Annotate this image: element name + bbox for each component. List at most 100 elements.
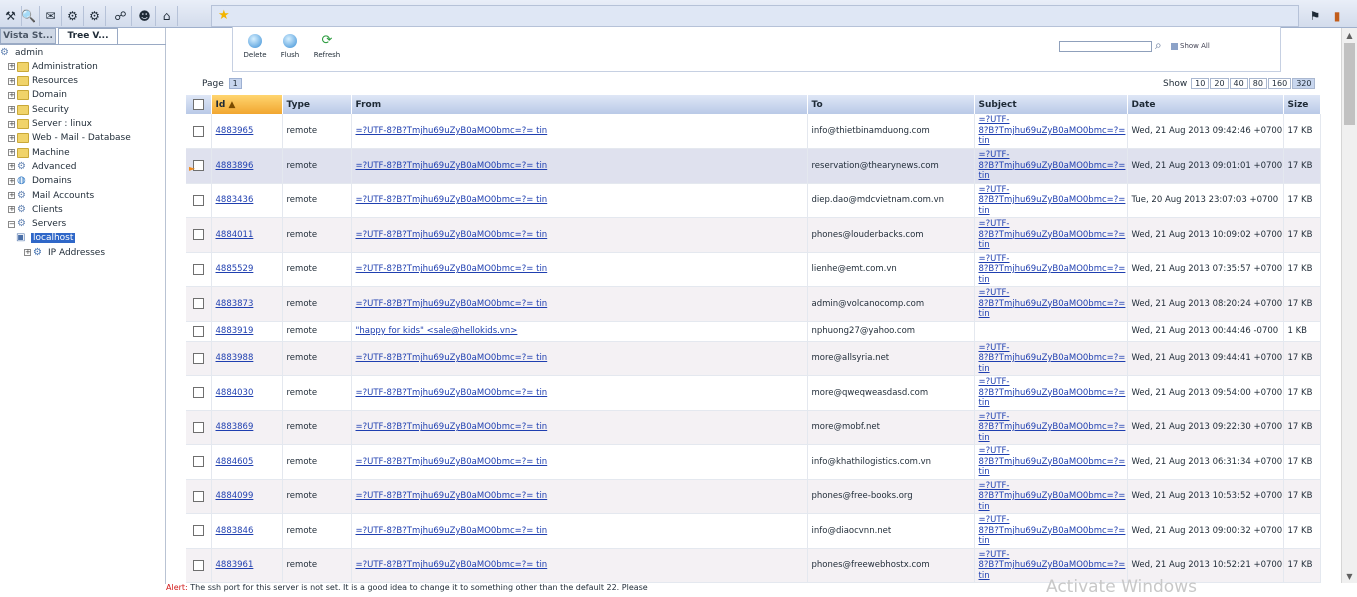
page-size-option[interactable]: 40	[1229, 78, 1248, 89]
expand-icon[interactable]: +	[8, 163, 15, 171]
row-checkbox[interactable]	[192, 298, 204, 310]
from-link[interactable]: =?UTF-8?B?Tmjhu69uZyB0aMO0bmc=?= tin	[356, 422, 548, 432]
id-link[interactable]: 4884030	[216, 388, 254, 398]
subject-link[interactable]: =?UTF- 8?B?Tmjhu69uZyB0aMO0bmc=?= tin	[979, 150, 1126, 181]
row-checkbox[interactable]	[192, 525, 204, 537]
column-date[interactable]: Date	[1127, 95, 1284, 114]
tree-item[interactable]: + ⚙ Advanced	[8, 160, 76, 173]
vertical-scrollbar[interactable]: ▲ ▼	[1341, 28, 1357, 584]
show-all-button[interactable]: Show All	[1171, 42, 1210, 50]
subject-link[interactable]: =?UTF- 8?B?Tmjhu69uZyB0aMO0bmc=?= tin	[979, 185, 1126, 216]
row-checkbox[interactable]	[192, 456, 204, 468]
page-number[interactable]: 1	[228, 78, 242, 89]
subject-link[interactable]: =?UTF- 8?B?Tmjhu69uZyB0aMO0bmc=?= tin	[979, 550, 1126, 581]
collapse-icon[interactable]: −	[8, 220, 15, 228]
table-row[interactable]: 4884030 remote =?UTF-8?B?Tmjhu69uZyB0aMO0b…	[186, 375, 1321, 411]
subject-link[interactable]: =?UTF- 8?B?Tmjhu69uZyB0aMO0bmc=?= tin	[979, 446, 1126, 477]
column-subject[interactable]: Subject	[974, 95, 1128, 114]
tab-tree-view[interactable]: Tree V...	[58, 28, 118, 44]
scroll-thumb[interactable]	[1344, 43, 1355, 125]
tree-item[interactable]: + Security	[8, 103, 69, 116]
tree-item[interactable]: − ⚙ Servers	[8, 218, 66, 231]
row-checkbox[interactable]	[192, 559, 204, 571]
from-link[interactable]: "happy for kids" <sale@hellokids.vn>	[356, 326, 518, 336]
tree-item[interactable]: + Administration	[8, 60, 98, 73]
column-type[interactable]: Type	[282, 95, 352, 114]
delete-button[interactable]: Delete	[235, 34, 275, 59]
table-row[interactable]: 4883873 remote =?UTF-8?B?Tmjhu69uZyB0aMO0b…	[186, 286, 1321, 322]
expand-icon[interactable]: +	[8, 149, 15, 157]
row-checkbox[interactable]	[192, 325, 204, 337]
from-link[interactable]: =?UTF-8?B?Tmjhu69uZyB0aMO0bmc=?= tin	[356, 457, 548, 467]
id-link[interactable]: 4884099	[216, 491, 254, 501]
search-doc-icon[interactable]: 🔍	[18, 6, 40, 26]
expand-icon[interactable]: +	[8, 63, 15, 71]
page-size-option[interactable]: 10	[1191, 78, 1210, 89]
expand-icon[interactable]: +	[8, 106, 15, 114]
tree-item[interactable]: + ⚙ IP Addresses	[24, 246, 105, 259]
table-row[interactable]: 4883988 remote =?UTF-8?B?Tmjhu69uZyB0aMO0b…	[186, 341, 1321, 376]
expand-icon[interactable]: +	[8, 192, 15, 199]
id-link[interactable]: 4883961	[216, 560, 254, 570]
id-link[interactable]: 4885529	[216, 264, 254, 274]
tab-vista-style[interactable]: Vista St...	[0, 28, 56, 44]
row-checkbox[interactable]	[192, 387, 204, 399]
subject-link[interactable]: =?UTF- 8?B?Tmjhu69uZyB0aMO0bmc=?= tin	[979, 412, 1126, 443]
subject-link[interactable]: =?UTF- 8?B?Tmjhu69uZyB0aMO0bmc=?= tin	[979, 377, 1126, 408]
id-link[interactable]: 4883896	[216, 161, 254, 171]
from-link[interactable]: =?UTF-8?B?Tmjhu69uZyB0aMO0bmc=?= tin	[356, 264, 548, 274]
row-checkbox[interactable]	[192, 194, 204, 206]
id-link[interactable]: 4883919	[216, 326, 254, 336]
subject-link[interactable]: =?UTF- 8?B?Tmjhu69uZyB0aMO0bmc=?= tin	[979, 343, 1126, 374]
pin-icon[interactable]: ⚑	[1304, 6, 1326, 26]
subject-link[interactable]: =?UTF- 8?B?Tmjhu69uZyB0aMO0bmc=?= tin	[979, 219, 1126, 250]
from-link[interactable]: =?UTF-8?B?Tmjhu69uZyB0aMO0bmc=?= tin	[356, 299, 548, 309]
id-link[interactable]: 4883869	[216, 422, 254, 432]
column-size[interactable]: Size	[1283, 95, 1321, 114]
page-size-option[interactable]: 80	[1248, 78, 1267, 89]
from-link[interactable]: =?UTF-8?B?Tmjhu69uZyB0aMO0bmc=?= tin	[356, 161, 548, 171]
search-input[interactable]	[1059, 41, 1152, 52]
column-from[interactable]: From	[351, 95, 808, 114]
column-id[interactable]: Id ▲	[211, 95, 283, 114]
expand-icon[interactable]: +	[24, 249, 31, 257]
search-icon[interactable]: ⌕	[1155, 38, 1162, 53]
from-link[interactable]: =?UTF-8?B?Tmjhu69uZyB0aMO0bmc=?= tin	[356, 388, 548, 398]
expand-icon[interactable]: +	[8, 134, 15, 142]
tree-item[interactable]: + Resources	[8, 75, 78, 88]
tree-item[interactable]: ▣ localhost	[16, 232, 76, 245]
id-link[interactable]: 4884011	[216, 230, 254, 240]
from-link[interactable]: =?UTF-8?B?Tmjhu69uZyB0aMO0bmc=?= tin	[356, 491, 548, 501]
id-link[interactable]: 4883436	[216, 195, 254, 205]
row-checkbox[interactable]	[192, 125, 204, 137]
table-row[interactable]: 4883869 remote =?UTF-8?B?Tmjhu69uZyB0aMO0b…	[186, 410, 1321, 445]
from-link[interactable]: =?UTF-8?B?Tmjhu69uZyB0aMO0bmc=?= tin	[356, 195, 548, 205]
column-to[interactable]: To	[807, 95, 975, 114]
page-size-option[interactable]: 320	[1292, 78, 1316, 89]
subject-link[interactable]: =?UTF- 8?B?Tmjhu69uZyB0aMO0bmc=?= tin	[979, 288, 1126, 319]
signal-icon[interactable]: ☍	[110, 6, 132, 26]
tree-item[interactable]: + ⚙ Clients	[8, 203, 63, 216]
row-checkbox[interactable]	[192, 490, 204, 502]
table-row[interactable]: 4883965 remote =?UTF-8?B?Tmjhu69uZyB0aMO0b…	[186, 114, 1321, 149]
id-link[interactable]: 4883988	[216, 353, 254, 363]
from-link[interactable]: =?UTF-8?B?Tmjhu69uZyB0aMO0bmc=?= tin	[356, 126, 548, 136]
table-row[interactable]: 4884099 remote =?UTF-8?B?Tmjhu69uZyB0aMO0b…	[186, 479, 1321, 514]
table-row[interactable]: 4883896 remote =?UTF-8?B?Tmjhu69uZyB0aMO0b…	[186, 148, 1321, 184]
subject-link[interactable]: =?UTF- 8?B?Tmjhu69uZyB0aMO0bmc=?= tin	[979, 254, 1126, 285]
tree-item[interactable]: + Machine	[8, 146, 70, 159]
scroll-down-icon[interactable]: ▼	[1342, 569, 1357, 584]
logout-door-icon[interactable]: ▮	[1326, 6, 1348, 26]
table-row[interactable]: 4885529 remote =?UTF-8?B?Tmjhu69uZyB0aMO0b…	[186, 252, 1321, 287]
gear-network-icon[interactable]: ⚙	[62, 6, 84, 26]
page-size-option[interactable]: 20	[1210, 78, 1229, 89]
star-icon[interactable]: ★	[218, 8, 230, 23]
gear-refresh-icon[interactable]: ⚙	[84, 6, 106, 26]
id-link[interactable]: 4883965	[216, 126, 254, 136]
table-row[interactable]: 4883919 remote "happy for kids" <sale@hell…	[186, 321, 1321, 342]
page-size-option[interactable]: 160	[1267, 78, 1292, 89]
subject-link[interactable]: =?UTF- 8?B?Tmjhu69uZyB0aMO0bmc=?= tin	[979, 115, 1126, 146]
tree-item[interactable]: + ⚙ Mail Accounts	[8, 189, 94, 202]
expand-icon[interactable]: +	[8, 206, 15, 214]
from-link[interactable]: =?UTF-8?B?Tmjhu69uZyB0aMO0bmc=?= tin	[356, 560, 548, 570]
